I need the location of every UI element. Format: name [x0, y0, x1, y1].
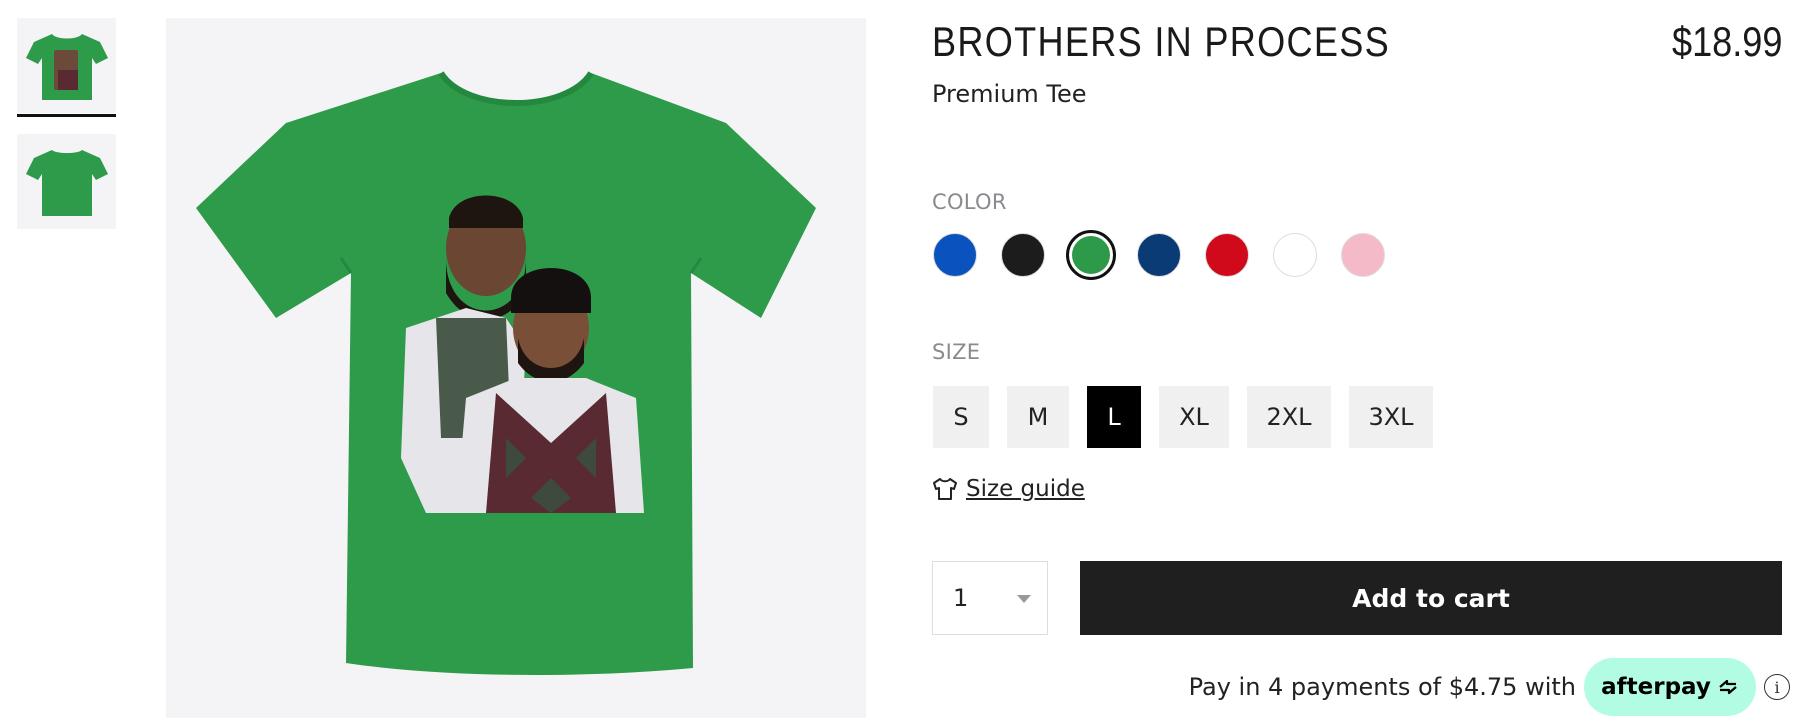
color-swatch-dot — [933, 233, 977, 277]
size-option-3xl[interactable]: 3XL — [1349, 386, 1433, 448]
color-swatch-green[interactable] — [1066, 230, 1116, 280]
color-swatch-dot — [1072, 236, 1110, 274]
color-swatch-dot — [1001, 233, 1045, 277]
color-swatches — [930, 230, 1388, 280]
afterpay-row: Pay in 4 payments of $4.75 with afterpay… — [1189, 658, 1790, 716]
thumbnail-front[interactable] — [17, 18, 116, 113]
thumbnail-back[interactable] — [17, 134, 116, 229]
color-swatch-red[interactable] — [1202, 230, 1252, 280]
size-option-m[interactable]: M — [1007, 386, 1069, 448]
color-swatch-navy[interactable] — [1134, 230, 1184, 280]
tshirt-back-thumbnail-icon — [25, 149, 108, 216]
product-subtitle: Premium Tee — [932, 80, 1087, 108]
color-label: COLOR — [932, 190, 1007, 214]
main-product-image[interactable] — [166, 18, 866, 718]
afterpay-text: Pay in 4 payments of $4.75 with — [1188, 673, 1576, 701]
size-options: S M L XL 2XL 3XL — [933, 386, 1451, 448]
afterpay-arrows-icon — [1719, 679, 1737, 695]
add-to-cart-button[interactable]: Add to cart — [1080, 561, 1782, 635]
info-glyph: i — [1774, 677, 1780, 697]
thumbnail-selected-indicator — [17, 114, 116, 117]
size-guide-label: Size guide — [966, 476, 1085, 502]
size-option-l[interactable]: L — [1087, 386, 1141, 448]
color-swatch-dot — [1341, 233, 1385, 277]
color-swatch-dot — [1205, 233, 1249, 277]
afterpay-brand: afterpay — [1601, 674, 1711, 700]
size-option-s[interactable]: S — [933, 386, 989, 448]
size-option-xl[interactable]: XL — [1159, 386, 1229, 448]
color-swatch-pink[interactable] — [1338, 230, 1388, 280]
chevron-down-icon — [1017, 595, 1031, 603]
color-swatch-dot — [1137, 233, 1181, 277]
quantity-value: 1 — [953, 584, 969, 612]
tshirt-icon — [933, 478, 957, 500]
size-label: SIZE — [932, 340, 981, 364]
color-swatch-white[interactable] — [1270, 230, 1320, 280]
quantity-select[interactable]: 1 — [932, 561, 1048, 635]
product-title: BROTHERS IN PROCESS — [932, 18, 1391, 65]
color-swatch-black[interactable] — [998, 230, 1048, 280]
product-price: $18.99 — [1671, 18, 1782, 65]
green-tshirt-illustration-icon — [196, 71, 816, 675]
info-icon[interactable]: i — [1764, 674, 1790, 700]
color-swatch-dot — [1273, 233, 1317, 277]
size-guide-link[interactable]: Size guide — [932, 476, 1085, 502]
size-option-2xl[interactable]: 2XL — [1247, 386, 1331, 448]
afterpay-badge[interactable]: afterpay — [1584, 658, 1756, 716]
tshirt-front-thumbnail-icon — [25, 33, 108, 100]
color-swatch-blue[interactable] — [930, 230, 980, 280]
